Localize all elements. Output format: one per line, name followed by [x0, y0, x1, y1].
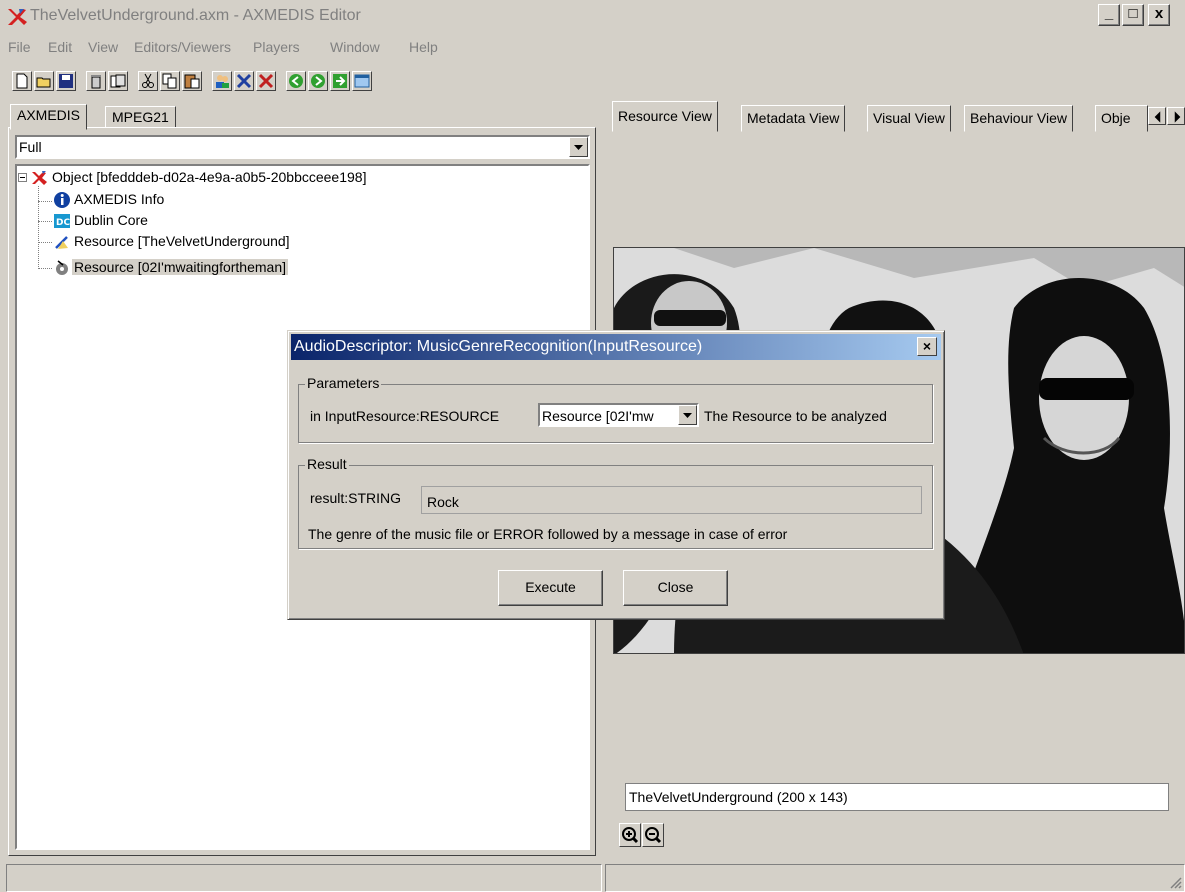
copy-icon[interactable] [160, 71, 180, 91]
result-field: Rock [421, 486, 922, 514]
chevron-down-icon[interactable] [678, 405, 697, 425]
result-label: result:STRING [310, 490, 402, 506]
tool-blue-icon[interactable] [234, 71, 254, 91]
image-resource-icon [55, 236, 68, 249]
tree-item-label-selected: Resource [02I'mwaitingfortheman] [72, 259, 288, 275]
execute-button[interactable]: Execute [498, 570, 603, 606]
open-folder-icon[interactable] [34, 71, 54, 91]
chevron-down-icon[interactable] [569, 137, 588, 157]
zoom-in-icon[interactable] [619, 823, 641, 847]
status-bar-right [605, 864, 1185, 892]
tree-item-label: Dublin Core [74, 212, 148, 228]
close-window-button[interactable]: x [1148, 4, 1170, 26]
tree-connector [38, 268, 52, 269]
tab-scroll-right-icon[interactable] [1167, 107, 1185, 125]
close-button[interactable]: Close [623, 570, 728, 606]
tree-connector [38, 242, 52, 243]
audio-resource-icon [56, 260, 68, 275]
tree-item-label: Resource [TheVelvetUnderground] [74, 233, 290, 249]
menu-players[interactable]: Players [253, 39, 300, 55]
cards-icon[interactable] [108, 71, 128, 91]
window-title: TheVelvetUnderground.axm - AXMEDIS Edito… [30, 7, 361, 24]
tab-scroll-left-icon[interactable] [1148, 107, 1166, 125]
menu-edit[interactable]: Edit [48, 39, 72, 55]
menu-view[interactable]: View [88, 39, 118, 55]
view-filter-select[interactable]: Full [15, 135, 590, 159]
dialog-title-bar: AudioDescriptor: MusicGenreRecognition(I… [291, 334, 941, 360]
tool-red-icon[interactable] [256, 71, 276, 91]
close-icon[interactable]: × [917, 337, 937, 356]
audio-descriptor-dialog: AudioDescriptor: MusicGenreRecognition(I… [287, 330, 945, 620]
input-resource-description: The Resource to be analyzed [704, 408, 887, 424]
maximize-button[interactable]: □ [1122, 4, 1144, 26]
tree-item-label: Object [bfedddeb-d02a-4e9a-a0b5-20bbccee… [52, 169, 367, 185]
editor-window: TheVelvetUnderground.axm - AXMEDIS Edito… [0, 0, 1185, 892]
save-icon[interactable] [56, 71, 76, 91]
axmedis-logo-icon [8, 9, 27, 25]
status-bar-left [6, 864, 602, 892]
menu-file[interactable]: File [8, 39, 31, 55]
menu-help[interactable]: Help [409, 39, 438, 55]
forward-green-icon[interactable] [308, 71, 328, 91]
svg-text:DC: DC [56, 218, 70, 228]
tab-axmedis[interactable]: AXMEDIS [10, 104, 88, 130]
tab-mpeg21[interactable]: MPEG21 [105, 106, 176, 128]
menu-window[interactable]: Window [330, 39, 380, 55]
minimize-button[interactable]: _ [1098, 4, 1120, 26]
new-file-icon[interactable] [12, 71, 32, 91]
menu-editors-viewers[interactable]: Editors/Viewers [134, 39, 231, 55]
tab-object-view[interactable]: Obje [1095, 105, 1148, 132]
people-icon[interactable] [212, 71, 232, 91]
dublin-core-icon: DC [54, 214, 70, 228]
input-resource-select-value: Resource [02I'mw [542, 408, 654, 424]
dialog-title: AudioDescriptor: MusicGenreRecognition(I… [294, 338, 703, 355]
input-resource-label: in InputResource:RESOURCE [310, 408, 500, 424]
paste-icon[interactable] [182, 71, 202, 91]
resource-caption: TheVelvetUnderground (200 x 143) [629, 789, 848, 805]
zoom-out-icon[interactable] [642, 823, 664, 847]
right-tab-strip: Resource View Metadata View Visual View … [612, 101, 1185, 132]
toolbar [0, 66, 1185, 96]
back-green-icon[interactable] [286, 71, 306, 91]
trash-icon[interactable] [86, 71, 106, 91]
menu-bar: File Edit View Editors/Viewers Players W… [0, 36, 1185, 60]
tab-metadata-view[interactable]: Metadata View [741, 105, 846, 132]
tab-visual-view[interactable]: Visual View [867, 105, 951, 132]
resize-grip-icon[interactable] [1168, 875, 1182, 889]
tree-connector [38, 221, 52, 222]
result-description: The genre of the music file or ERROR fol… [308, 526, 788, 542]
tree-connector [38, 201, 52, 202]
result-group-label: Result [305, 456, 349, 472]
info-icon [54, 192, 70, 208]
tab-resource-view[interactable]: Resource View [612, 101, 718, 132]
input-resource-select[interactable]: Resource [02I'mw [538, 403, 699, 427]
tree-item-label: AXMEDIS Info [74, 191, 165, 207]
window-icon[interactable] [352, 71, 372, 91]
collapse-icon[interactable] [18, 173, 27, 182]
parameters-group-label: Parameters [305, 375, 382, 391]
view-filter-value: Full [19, 139, 42, 155]
tab-behaviour-view[interactable]: Behaviour View [964, 105, 1074, 132]
resource-caption-field: TheVelvetUnderground (200 x 143) [625, 783, 1169, 811]
axmedis-object-icon [32, 171, 47, 185]
result-value: Rock [427, 494, 459, 510]
title-bar: TheVelvetUnderground.axm - AXMEDIS Edito… [0, 0, 1185, 33]
enter-icon[interactable] [330, 71, 350, 91]
tree-connector [38, 186, 39, 269]
cut-icon[interactable] [138, 71, 158, 91]
